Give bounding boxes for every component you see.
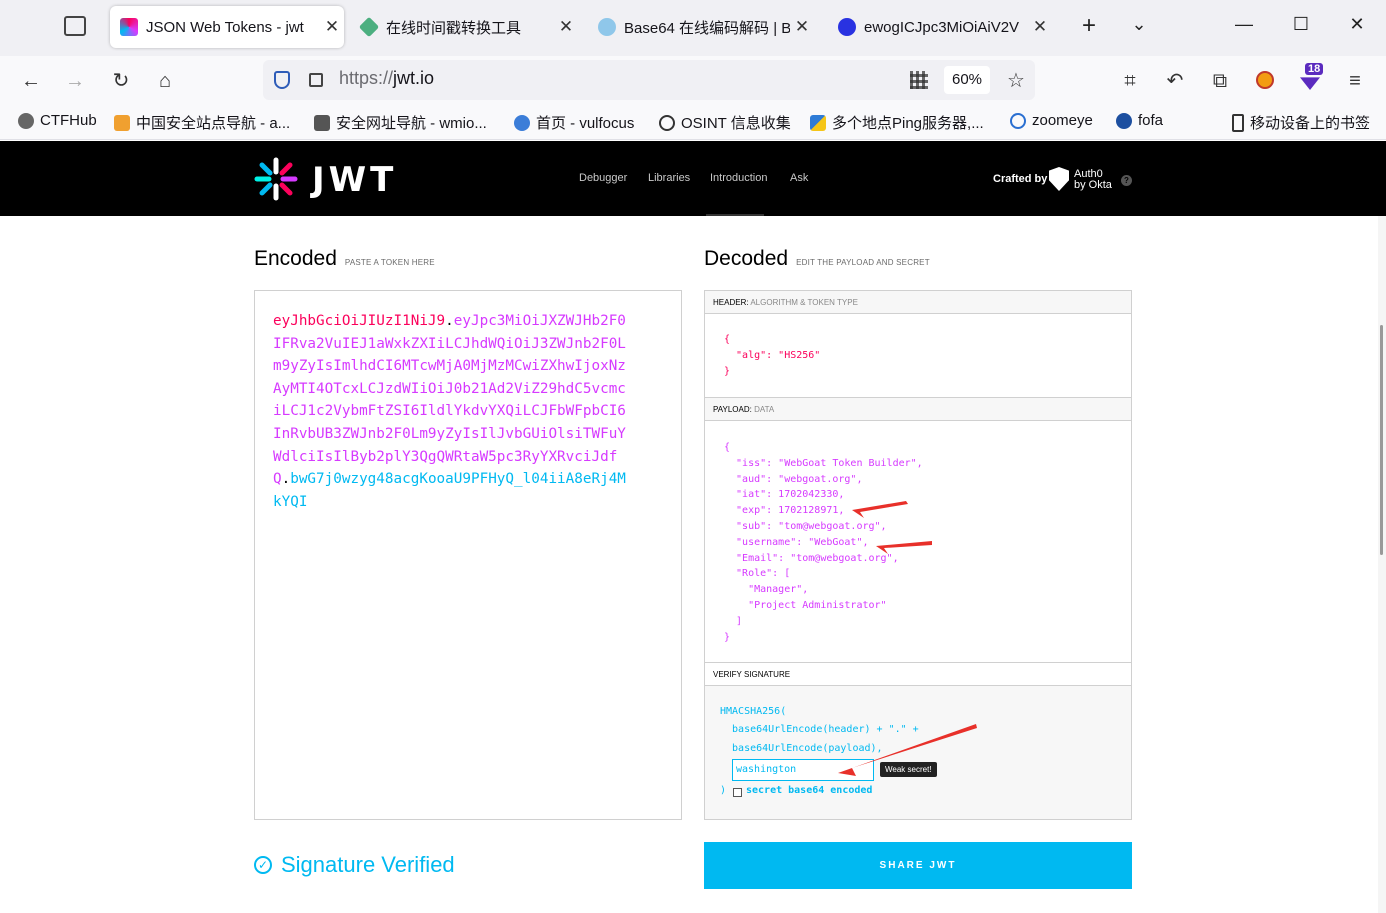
arrow-exp-icon	[852, 501, 908, 518]
arrow-username-icon	[876, 541, 932, 554]
reload-icon[interactable]: ↻	[108, 68, 134, 94]
header-json-editor[interactable]: { "alg": "HS256" }	[724, 332, 820, 379]
zoomeye-icon	[1010, 112, 1026, 129]
encoded-heading: Encoded PASTE A TOKEN HERE	[254, 247, 435, 270]
menu-hamburger-icon[interactable]: ≡	[1342, 68, 1368, 94]
bookmark-osint[interactable]: OSINT 信息收集	[659, 112, 791, 133]
lock-icon[interactable]	[309, 73, 323, 87]
scrollbar[interactable]	[1378, 216, 1386, 913]
minimize-icon[interactable]: —	[1229, 14, 1259, 35]
globe-icon	[659, 114, 675, 131]
tracking-shield-icon[interactable]	[274, 71, 290, 89]
arrow-secret-icon	[838, 724, 977, 776]
new-tab-icon[interactable]: +	[1074, 12, 1104, 40]
decoded-heading: Decoded EDIT THE PAYLOAD AND SECRET	[704, 247, 930, 270]
close-tab-icon[interactable]: ✕	[320, 17, 344, 37]
auth0-link[interactable]: Auth0 by Okta	[1074, 169, 1112, 191]
close-tab-icon[interactable]: ✕	[790, 17, 814, 37]
help-icon[interactable]: ?	[1121, 175, 1132, 186]
wmio-icon	[314, 114, 330, 131]
signature-verified-status: ✓ Signature Verified	[254, 852, 455, 878]
blocker-extension-icon[interactable]	[1256, 71, 1274, 89]
tab-base64[interactable]: Base64 在线编码解码 | B ✕	[588, 6, 814, 48]
bookmark-ping[interactable]: 多个地点Ping服务器,...	[810, 112, 984, 133]
bookmark-vulfocus[interactable]: 首页 - vulfocus	[514, 112, 634, 133]
scrollbar-thumb[interactable]	[1380, 325, 1383, 555]
bookmark-wmio[interactable]: 安全网址导航 - wmio...	[314, 112, 487, 133]
list-tabs-icon[interactable]: ⌄	[1124, 14, 1154, 35]
tab-title: Base64 在线编码解码 | B	[624, 19, 790, 37]
tab-title: 在线时间戳转换工具	[386, 19, 522, 37]
nav-active-underline	[706, 214, 764, 216]
encoded-token-text[interactable]: eyJhbGciOiJIUzI1NiJ9.eyJpc3MiOiJXZWJHb2F…	[273, 310, 633, 513]
timestamp-tool-icon	[358, 16, 380, 38]
ctfhub-icon	[18, 112, 34, 129]
ping-icon	[810, 114, 826, 131]
tab-jwt[interactable]: JSON Web Tokens - jwt ✕	[110, 6, 344, 48]
annotation-arrows	[838, 501, 977, 776]
nav-debugger[interactable]: Debugger	[579, 172, 627, 184]
base64-tool-icon	[598, 18, 616, 36]
token-payload-part: eyJpc3MiOiJXZWJHb2F0IFRva2VuIEJ1aWxkZXIi…	[273, 313, 626, 488]
bookmark-zoomeye[interactable]: zoomeye	[1010, 112, 1093, 129]
back-icon[interactable]: ←	[18, 68, 44, 94]
vulfocus-icon	[514, 114, 530, 131]
close-window-icon[interactable]: ✕	[1342, 14, 1372, 35]
bookmark-security-nav[interactable]: 中国安全站点导航 - a...	[114, 112, 290, 133]
bookmark-star-icon[interactable]: ☆	[1003, 68, 1029, 94]
extensions-puzzle-icon[interactable]: ⧉	[1207, 68, 1233, 94]
mobile-device-icon	[1232, 113, 1244, 132]
zoom-level[interactable]: 60%	[944, 66, 990, 94]
jwt-logo-text[interactable]: JWT	[312, 160, 397, 200]
check-circle-icon: ✓	[254, 856, 272, 874]
share-jwt-button[interactable]: SHARE JWT	[704, 842, 1132, 889]
url-text[interactable]: https://jwt.io	[339, 68, 434, 89]
nav-introduction[interactable]: Introduction	[710, 172, 767, 184]
nav-ask[interactable]: Ask	[790, 172, 808, 184]
tab-title: JSON Web Tokens - jwt	[146, 18, 304, 36]
bookmark-ctfhub[interactable]: CTFHub	[18, 112, 97, 129]
token-header-part: eyJhbGciOiJIUzI1NiJ9	[273, 313, 446, 329]
header-section-bar: HEADER: ALGORITHM & TOKEN TYPE	[705, 291, 1131, 314]
jwt-icon	[120, 18, 138, 36]
mobile-bookmarks[interactable]: 移动设备上的书签	[1232, 112, 1370, 133]
close-tab-icon[interactable]: ✕	[1028, 17, 1052, 37]
screenshot-crop-icon[interactable]: ⌗	[1117, 68, 1143, 94]
crossed-swords-icon	[114, 114, 130, 131]
extension-badge: 18	[1305, 63, 1324, 75]
home-icon[interactable]: ⌂	[152, 68, 178, 94]
tab-overview-icon[interactable]	[64, 16, 86, 36]
nav-libraries[interactable]: Libraries	[648, 172, 690, 184]
maximize-icon[interactable]: ☐	[1286, 14, 1316, 35]
close-paren-text: )	[720, 785, 727, 796]
fofa-icon	[1116, 112, 1132, 129]
payload-section-bar: PAYLOAD: DATA	[705, 398, 1131, 421]
undo-icon[interactable]: ↶	[1162, 68, 1188, 94]
close-tab-icon[interactable]: ✕	[554, 17, 578, 37]
base64-encoded-checkbox[interactable]	[733, 788, 742, 797]
forward-icon[interactable]: →	[62, 68, 88, 94]
jwt-logo-icon[interactable]	[254, 157, 298, 201]
baidu-paw-icon	[838, 18, 856, 36]
hmac-function-text: HMACSHA256(	[720, 706, 787, 717]
qr-code-icon[interactable]	[910, 71, 928, 89]
tab-timestamp[interactable]: 在线时间戳转换工具 ✕	[350, 6, 578, 48]
tab-title: ewogICJpc3MiOiAiV2V	[864, 18, 1020, 36]
tab-baidu[interactable]: ewogICJpc3MiOiAiV2V ✕	[828, 6, 1052, 48]
token-signature-part: bwG7j0wzyg48acgKooaU9PFHyQ_l04iiA8eRj4Mk…	[273, 471, 626, 510]
bookmark-fofa[interactable]: fofa	[1116, 112, 1163, 129]
site-header	[0, 141, 1386, 216]
crafted-by-label: Crafted by	[993, 173, 1048, 185]
